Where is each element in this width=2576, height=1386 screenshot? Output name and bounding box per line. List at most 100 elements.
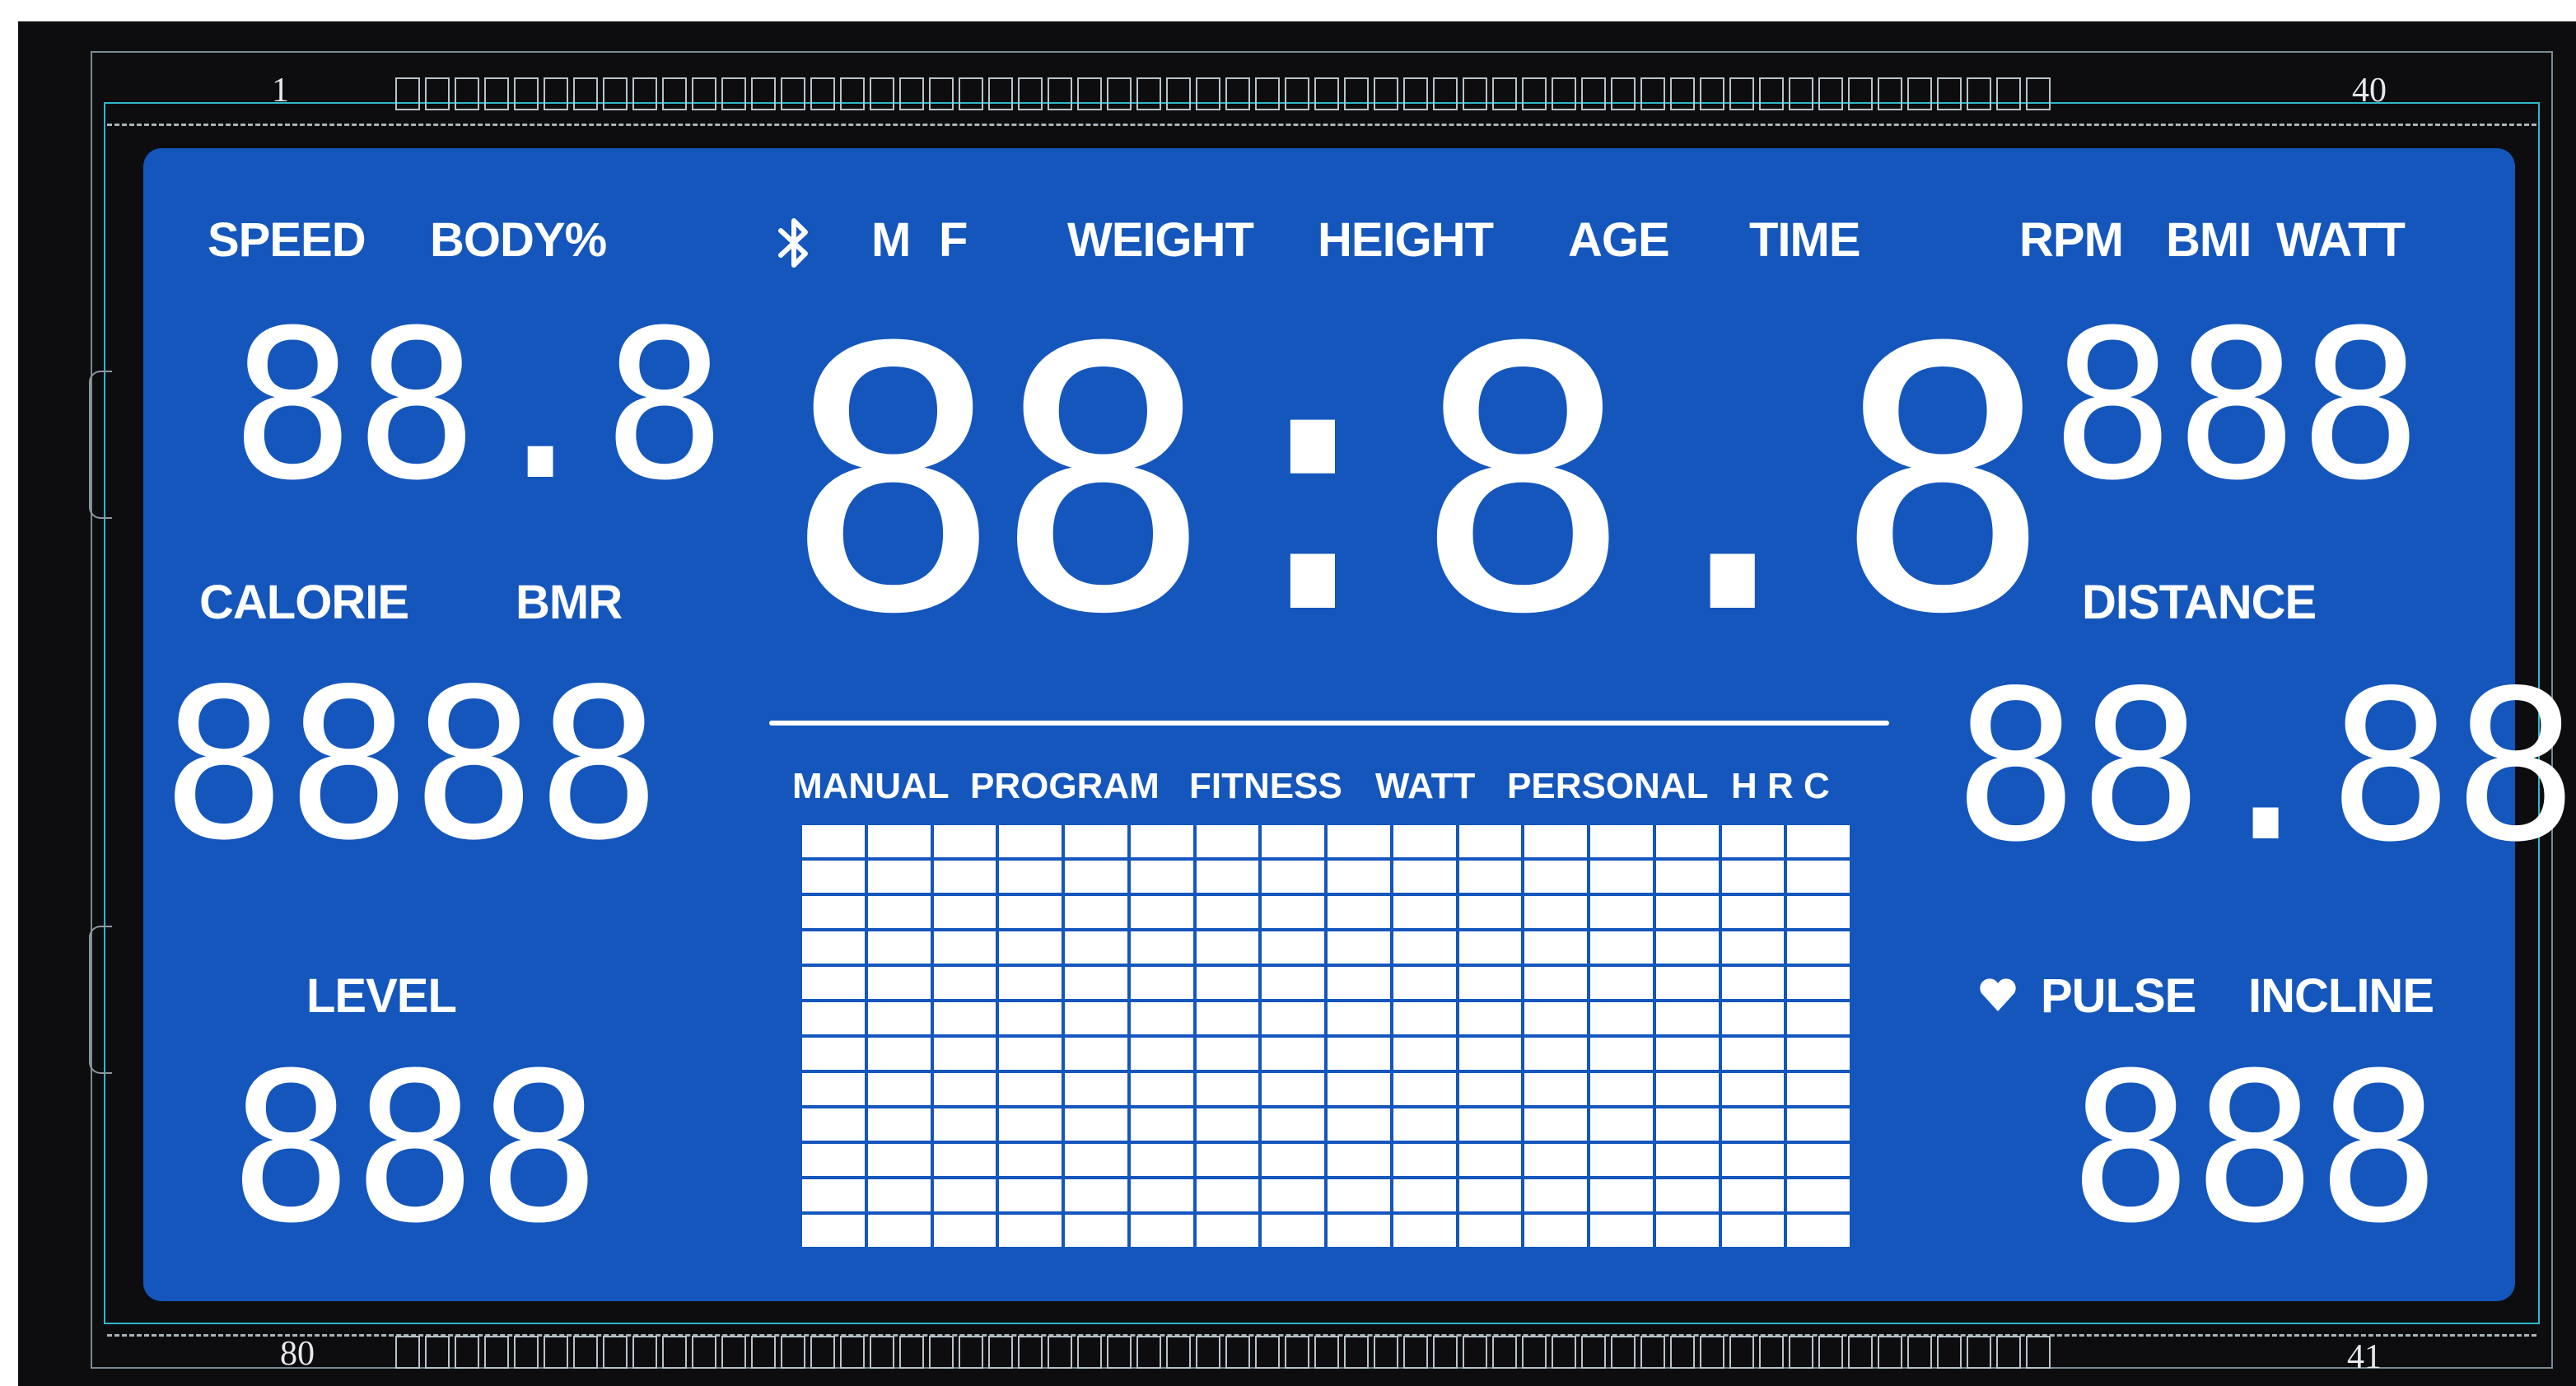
matrix-cell (1787, 1002, 1850, 1034)
label-pulse: PULSE (2041, 969, 2196, 1023)
pin-contact (1670, 1336, 1695, 1369)
pin-contact (1463, 1336, 1487, 1369)
matrix-cell (1590, 825, 1653, 857)
matrix-cell (999, 1002, 1062, 1034)
matrix-cell (867, 825, 931, 857)
pin-contact (1700, 1336, 1724, 1369)
readout-calorie-bmr: 8888 (161, 645, 661, 886)
matrix-cell (1393, 896, 1456, 928)
matrix-cell (933, 861, 996, 893)
pin-contact (1255, 1336, 1280, 1369)
matrix-cell (1393, 1215, 1456, 1247)
pin-contact (1107, 77, 1132, 110)
matrix-cell (933, 1038, 996, 1070)
matrix-cell (1393, 1038, 1456, 1070)
matrix-cell (1065, 825, 1127, 857)
pin-contact (1314, 77, 1339, 110)
pin-contact (1640, 77, 1665, 110)
matrix-cell (933, 967, 996, 999)
matrix-cell (802, 1073, 865, 1105)
matrix-cell (999, 931, 1062, 964)
matrix-cell (867, 1002, 931, 1034)
matrix-cell (802, 1002, 865, 1034)
pin-contact (632, 1336, 657, 1369)
top-dash-line (107, 124, 2536, 126)
matrix-cell (1458, 1038, 1522, 1070)
matrix-cell (1262, 825, 1324, 857)
pin-contact (1196, 77, 1220, 110)
matrix-cell (999, 1144, 1062, 1176)
matrix-cell (1262, 1038, 1324, 1070)
matrix-cell (1130, 1144, 1193, 1176)
pin-contact (514, 1336, 539, 1369)
matrix-cell (1721, 896, 1785, 928)
matrix-cell (999, 1038, 1062, 1070)
pin-contact (1225, 77, 1250, 110)
matrix-cell (1328, 1073, 1390, 1105)
pin-contact (929, 77, 954, 110)
label-calorie: CALORIE (199, 576, 409, 629)
matrix-cell (1524, 1144, 1587, 1176)
matrix-cell (1721, 1108, 1785, 1141)
matrix-cell (802, 1179, 865, 1211)
pin-contact (721, 77, 746, 110)
matrix-cell (867, 1215, 931, 1247)
matrix-cell (867, 861, 931, 893)
matrix-cell (1130, 1108, 1193, 1141)
matrix-cell (1196, 1108, 1259, 1141)
label-bmr: BMR (516, 576, 623, 629)
matrix-cell (1590, 1073, 1653, 1105)
pin-contact (1107, 1336, 1132, 1369)
pin-contact (1077, 1336, 1102, 1369)
matrix-cell (1262, 967, 1324, 999)
matrix-cell (1065, 931, 1127, 964)
matrix-cell (1721, 1073, 1785, 1105)
matrix-cell (1458, 1108, 1522, 1141)
matrix-cell (1458, 1002, 1522, 1034)
matrix-cell (802, 931, 865, 964)
matrix-cell (1721, 1215, 1785, 1247)
pin-contact (603, 1336, 628, 1369)
pin-contact (1759, 77, 1784, 110)
label-female: F (939, 213, 968, 267)
pin-contact (1996, 77, 2021, 110)
pin-contact (484, 1336, 509, 1369)
mode-manual: MANUAL (792, 766, 950, 806)
matrix-cell (867, 1108, 931, 1141)
divider-line (769, 721, 1889, 726)
matrix-cell (1393, 825, 1456, 857)
pin-contact (1196, 1336, 1220, 1369)
matrix-cell (933, 825, 996, 857)
pin-contact (899, 77, 924, 110)
matrix-cell (999, 967, 1062, 999)
matrix-cell (1328, 1108, 1390, 1141)
matrix-cell (1393, 861, 1456, 893)
pin-contact (810, 77, 835, 110)
heart-icon (1980, 978, 2016, 1011)
program-dot-matrix (802, 825, 1850, 1247)
matrix-cell (1524, 1073, 1587, 1105)
pin-contact (1729, 77, 1754, 110)
pin-contact (514, 77, 539, 110)
pin-contact (1018, 1336, 1043, 1369)
matrix-cell (1262, 1215, 1324, 1247)
matrix-cell (1524, 1179, 1587, 1211)
pin-label-80: 80 (280, 1335, 315, 1373)
matrix-cell (1590, 1215, 1653, 1247)
matrix-cell (1655, 1179, 1719, 1211)
matrix-cell (1524, 1215, 1587, 1247)
matrix-cell (1787, 931, 1850, 964)
readout-rpm-bmi-watt: 888 (2051, 286, 2423, 525)
matrix-cell (933, 1108, 996, 1141)
matrix-cell (867, 896, 931, 928)
matrix-cell (933, 896, 996, 928)
pin-contact (959, 1336, 983, 1369)
pin-contact (1996, 1336, 2021, 1369)
matrix-cell (1787, 896, 1850, 928)
mode-personal: PERSONAL (1507, 766, 1709, 806)
matrix-cell (1655, 1038, 1719, 1070)
bluetooth-icon (778, 218, 808, 268)
matrix-cell (1655, 896, 1719, 928)
pin-contact (781, 1336, 805, 1369)
matrix-cell (999, 1108, 1062, 1141)
